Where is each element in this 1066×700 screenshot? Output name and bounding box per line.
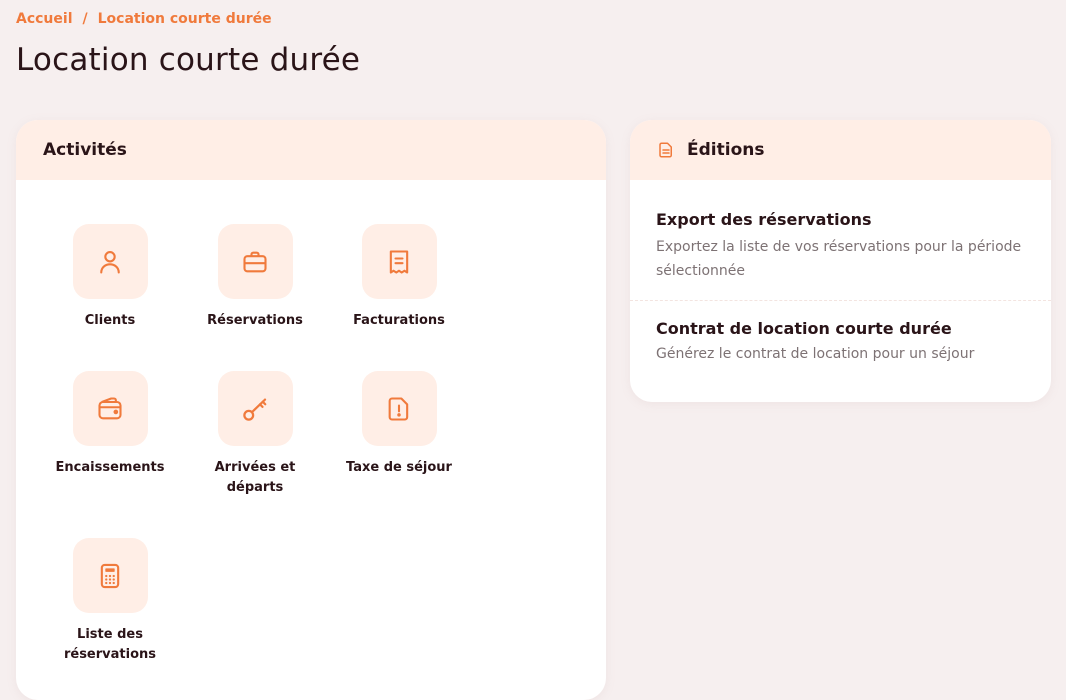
- tile-taxe-sejour[interactable]: Taxe de séjour: [336, 371, 462, 478]
- activities-title: Activités: [43, 140, 127, 160]
- briefcase-icon: [243, 251, 267, 272]
- tile-clients[interactable]: Clients: [47, 224, 173, 331]
- divider: [630, 300, 1051, 301]
- tile-label: Réservations: [207, 313, 303, 328]
- tile-facturations[interactable]: Facturations: [336, 224, 462, 331]
- breadcrumb-current: Location courte durée: [97, 11, 272, 27]
- edition-contrat-location[interactable]: Contrat de location courte durée Générez…: [630, 319, 1051, 366]
- editions-header: Éditions: [630, 120, 1051, 180]
- tile-icon-box: [72, 371, 148, 446]
- key-icon: [243, 398, 267, 421]
- tile-reservations[interactable]: Réservations: [192, 224, 318, 331]
- page-title: Location courte durée: [16, 42, 361, 78]
- tile-label: Taxe de séjour: [346, 460, 452, 475]
- editions-card: Éditions Export des réservations Exporte…: [630, 120, 1051, 402]
- tile-icon-box: [72, 538, 148, 613]
- tile-icon-box: [217, 224, 293, 299]
- tile-liste-reservations[interactable]: Liste des réservations: [47, 538, 173, 665]
- edition-export-reservations[interactable]: Export des réservations Exportez la list…: [630, 210, 1051, 283]
- edition-title: Contrat de location courte durée: [656, 319, 952, 338]
- receipt-icon: [389, 249, 409, 274]
- edition-description: Générez le contrat de location pour un s…: [656, 346, 975, 362]
- tile-label: Arrivées et départs: [214, 460, 296, 495]
- tile-label: Encaissements: [55, 460, 165, 475]
- user-icon: [100, 250, 120, 274]
- edition-description: Exportez la liste de vos réservations po…: [656, 239, 1022, 279]
- edition-title: Export des réservations: [656, 210, 872, 229]
- tile-arrivees-departs[interactable]: Arrivées et départs: [192, 371, 318, 498]
- breadcrumb: Accueil / Location courte durée: [16, 11, 272, 27]
- wallet-icon: [98, 396, 122, 419]
- editions-list: Export des réservations Exportez la list…: [630, 180, 1051, 366]
- tile-label: Liste des réservations: [63, 627, 157, 662]
- calculator-icon: [100, 563, 120, 588]
- tile-icon-box: [361, 371, 437, 446]
- activities-header: Activités: [16, 120, 606, 180]
- activities-card: Activités Clients Réservations Facturati…: [16, 120, 606, 700]
- tile-label: Facturations: [353, 313, 445, 328]
- tile-icon-box: [217, 371, 293, 446]
- tile-icon-box: [72, 224, 148, 299]
- breadcrumb-separator: /: [82, 11, 88, 27]
- tile-icon-box: [361, 224, 437, 299]
- editions-title: Éditions: [687, 140, 765, 160]
- document-alert-icon: [388, 396, 409, 421]
- document-icon: [659, 142, 672, 158]
- tile-label: Clients: [84, 313, 136, 328]
- breadcrumb-home-link[interactable]: Accueil: [16, 11, 73, 27]
- tile-encaissements[interactable]: Encaissements: [47, 371, 173, 478]
